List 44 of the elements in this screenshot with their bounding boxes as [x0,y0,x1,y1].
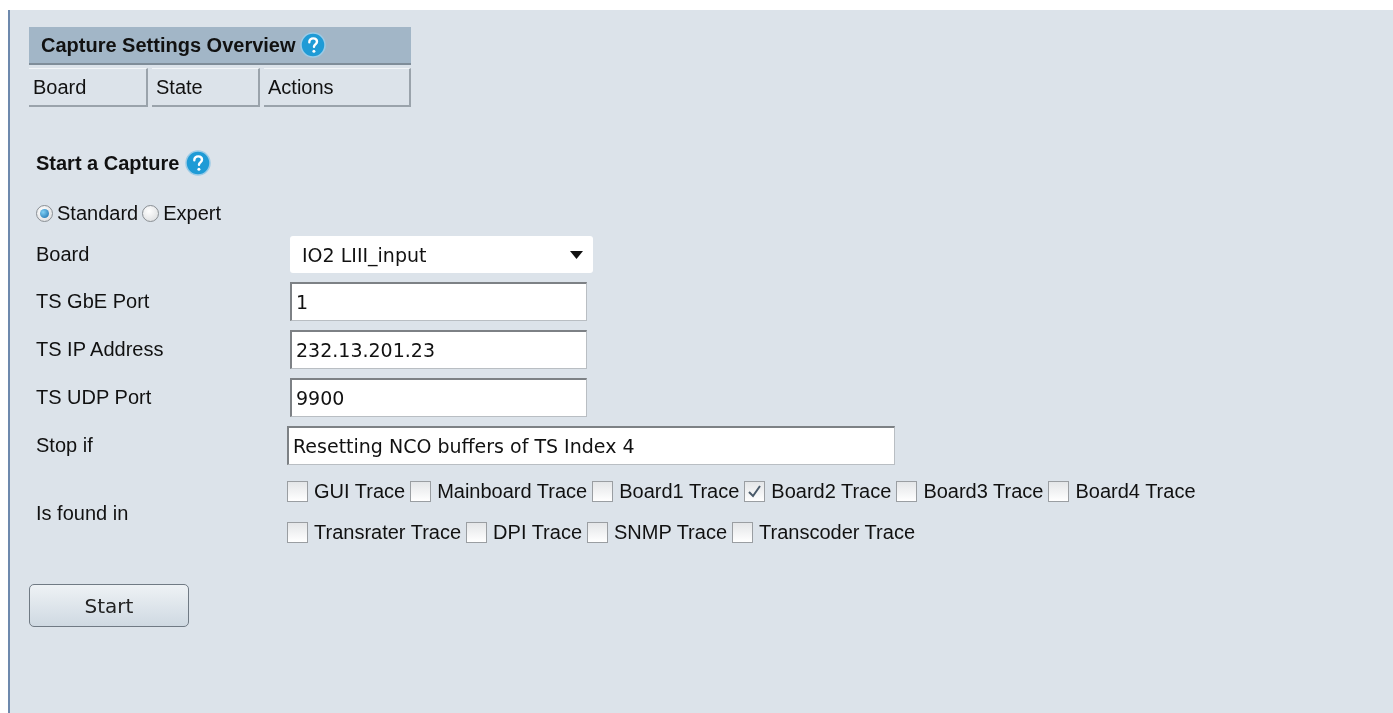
checkbox-option[interactable]: Board3 Trace [896,474,1044,509]
radio-option[interactable]: Standard [36,201,139,225]
checkbox-option[interactable]: SNMP Trace [587,515,727,550]
checkbox-option[interactable]: GUI Trace [287,474,406,509]
field-label: TS IP Address [36,338,165,361]
checkbox[interactable] [287,522,308,543]
checkbox[interactable] [744,481,766,502]
input-field[interactable]: 1 [290,282,587,321]
radio-button[interactable] [142,204,160,222]
radio-button[interactable] [36,204,53,222]
start-button[interactable]: Start [29,584,189,627]
checkbox-option[interactable]: Board1 Trace [592,474,740,509]
radio-option[interactable]: Expert [142,201,221,225]
checkbox[interactable] [287,481,308,502]
section-title: Start a Capture [36,151,180,175]
checkbox[interactable] [1048,481,1070,502]
checkbox-option[interactable]: Board2 Trace [744,474,892,509]
dropdown-arrow-icon [570,250,583,259]
input-field[interactable]: Resetting NCO buffers of TS Index 4 [287,426,895,465]
checkbox[interactable] [466,522,488,543]
board-dropdown[interactable]: IO2 LIII_input [290,236,593,273]
checkbox[interactable] [410,481,432,502]
column-header: Board [29,68,148,107]
checkbox-option[interactable]: Board4 Trace [1048,474,1196,509]
checkbox-option[interactable]: DPI Trace [466,515,582,550]
help-icon[interactable] [299,32,326,58]
checkbox-option[interactable]: Transcoder Trace [732,515,915,550]
checkbox[interactable] [587,522,608,543]
checkbox-option[interactable]: Mainboard Trace [410,474,588,509]
input-field[interactable]: 232.13.201.23 [290,330,587,369]
checkbox-option[interactable]: Transrater Trace [287,515,462,550]
field-label: TS GbE Port [36,290,151,313]
field-label: TS UDP Port [36,386,153,409]
column-header: Actions [264,68,411,107]
column-header: State [152,68,260,107]
checkbox[interactable] [732,522,753,543]
help-icon[interactable] [185,150,212,176]
field-label: Is found in [36,501,130,525]
checkbox[interactable] [592,481,614,502]
input-field[interactable]: 9900 [290,378,587,417]
field-label: Board [36,243,91,266]
panel-title: Capture Settings Overview [41,33,296,57]
field-label: Stop if [36,434,94,457]
checkbox[interactable] [896,481,918,502]
